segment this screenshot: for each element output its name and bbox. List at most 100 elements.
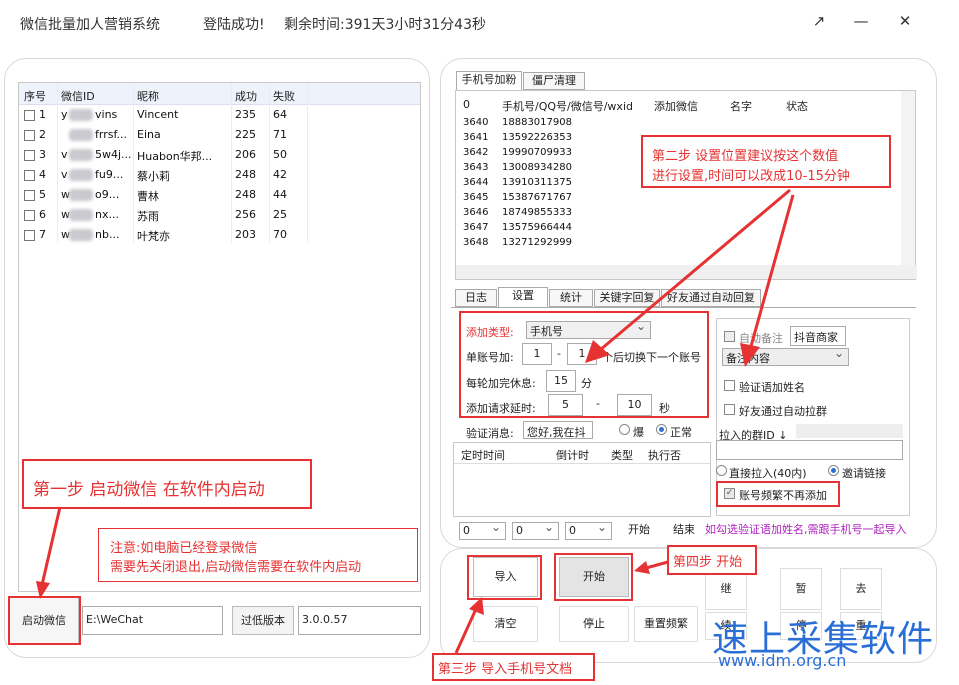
delay-unit: 秒 [659,402,670,415]
phone-row-index: 3644 [463,177,489,188]
radio-normal-label: 正常 [670,426,692,439]
pause-button[interactable]: 暂 [780,568,822,610]
phone-row-number: 19990709933 [502,147,572,158]
redacted-id [69,189,93,201]
schedule-select-3[interactable]: 0 [565,520,612,540]
delay-min-input[interactable]: 5 [548,394,583,416]
version-input[interactable]: 3.0.0.57 [298,606,421,635]
title-bar: 微信批量加人营销系统 登陆成功! 剩余时间:391天3小时31分43秒 ↗ — … [0,0,959,48]
phone-row-number: 18749855333 [502,207,572,218]
radio-invite-link[interactable] [828,465,839,476]
verify-msg-label: 验证消息: [466,427,514,440]
schedule-end-button[interactable]: 结束 [663,521,705,541]
redacted-id [69,209,93,221]
row-checkbox[interactable] [24,110,35,121]
row-fail: 42 [273,168,287,181]
table-row[interactable]: 3 v 5w4j... Huabon华邦... 206 50 [19,145,420,165]
app-title: 微信批量加人营销系统 [20,17,160,33]
tab-zombie-clean[interactable]: 僵尸清理 [523,72,585,90]
row-checkbox[interactable] [24,210,35,221]
radio-normal[interactable] [656,424,667,435]
row-index: 6 [39,208,46,221]
row-wxid-end: frrsf... [95,128,128,141]
col-add-wechat: 添加微信 [654,100,698,113]
watermark-url: www.idm.org.cn [718,651,847,670]
delay-label: 添加请求延时: [466,402,536,415]
wechat-path-input[interactable]: E:\WeChat [82,606,223,635]
single-account-label: 单账号加: [466,351,514,364]
table-row[interactable]: 1 y vins Vincent 235 64 [19,105,420,125]
row-nickname: 叶梵亦 [137,230,170,243]
table-row[interactable]: 6 w nx... 苏雨 256 25 [19,205,420,225]
reset-frequent-button[interactable]: 重置频繁 [634,606,698,642]
group-id-input[interactable] [716,440,903,460]
row-wxid-start: y [61,108,68,121]
row-nickname: 苏雨 [137,210,159,223]
row-success: 248 [235,168,256,181]
table-row[interactable]: 5 w o9... 曹林 248 44 [19,185,420,205]
single-add-min[interactable]: 1 [522,343,552,365]
row-wxid-end: nx... [95,208,119,221]
login-status: 登陆成功! [203,17,265,33]
row-nickname: 曹林 [137,190,159,203]
step2-text-2: 进行设置,时间可以改成10-15分钟 [652,169,850,184]
table-row[interactable]: 7 w nb... 叶梵亦 203 70 [19,225,420,245]
rest-label: 每轮加完休息: [466,377,536,390]
row-checkbox[interactable] [24,130,35,141]
col-nickname: 昵称 [137,90,159,103]
row-checkbox[interactable] [24,190,35,201]
redacted-id [69,109,93,121]
col-fail: 失败 [273,90,295,103]
radio-burst[interactable] [619,424,630,435]
table-row[interactable]: 4 v fu9... 蔡小莉 248 42 [19,165,420,185]
redacted-id [69,169,93,181]
row-index: 7 [39,228,46,241]
phone-row[interactable]: 3640 18883017908 [456,117,896,132]
verify-msg-input[interactable]: 您好,我在抖 [523,421,593,439]
schedule-table: 定时时间 倒计时 类型 执行否 [453,442,711,517]
minimize-icon[interactable]: — [850,12,872,30]
schedule-start-button[interactable]: 开始 [618,521,660,541]
col-schedule-time: 定时时间 [461,449,505,462]
schedule-select-2[interactable]: 0 [512,520,559,540]
row-checkbox[interactable] [24,150,35,161]
col-wxid: 微信ID [61,90,95,103]
row-nickname: Eina [137,128,161,141]
delay-max-input[interactable]: 10 [617,394,652,416]
rest-minutes-input[interactable]: 15 [546,370,576,392]
step3-text: 第三步 导入手机号文档 [438,662,573,677]
row-fail: 25 [273,208,287,221]
radio-direct-pull[interactable] [716,465,727,476]
phone-row-index: 3647 [463,222,489,233]
stop-button[interactable]: 停止 [559,606,629,642]
start-highlight [554,553,633,601]
verify-name-checkbox[interactable] [724,380,735,391]
tab-settings[interactable]: 设置 [498,287,548,308]
step3-arrow [454,597,484,654]
schedule-select-1[interactable]: 0 [459,520,506,540]
row-checkbox[interactable] [24,170,35,181]
close-icon[interactable]: ✕ [894,12,916,30]
redacted-id [69,229,93,241]
restore-icon[interactable]: ↗ [808,12,830,30]
table-row[interactable]: 2 frrsf... Eina 225 71 [19,125,420,145]
auto-pull-label: 好友通过自动拉群 [739,405,827,418]
phone-row-number: 15387671767 [502,192,572,203]
note-line2: 需要先关闭退出,启动微信需要在软件内启动 [110,560,362,575]
tab-log[interactable]: 日志 [455,289,497,307]
invite-link-label: 邀请链接 [842,467,886,480]
low-version-button[interactable]: 过低版本 [232,606,294,635]
vertical-scrollbar[interactable] [901,91,915,265]
remove-button[interactable]: 去 [840,568,882,610]
row-wxid-end: nb... [95,228,120,241]
redacted-id [69,149,93,161]
step1-arrow [36,506,62,599]
tab-phone-add[interactable]: 手机号加粉 [456,71,522,91]
col-executed: 执行否 [648,449,681,462]
auto-pull-checkbox[interactable] [724,404,735,415]
no-add-freq-checkbox[interactable]: ✓ [724,488,735,499]
row-success: 225 [235,128,256,141]
step4-text: 第四步 开始 [673,555,743,570]
no-add-freq-label: 账号频繁不再添加 [739,489,827,502]
row-checkbox[interactable] [24,230,35,241]
